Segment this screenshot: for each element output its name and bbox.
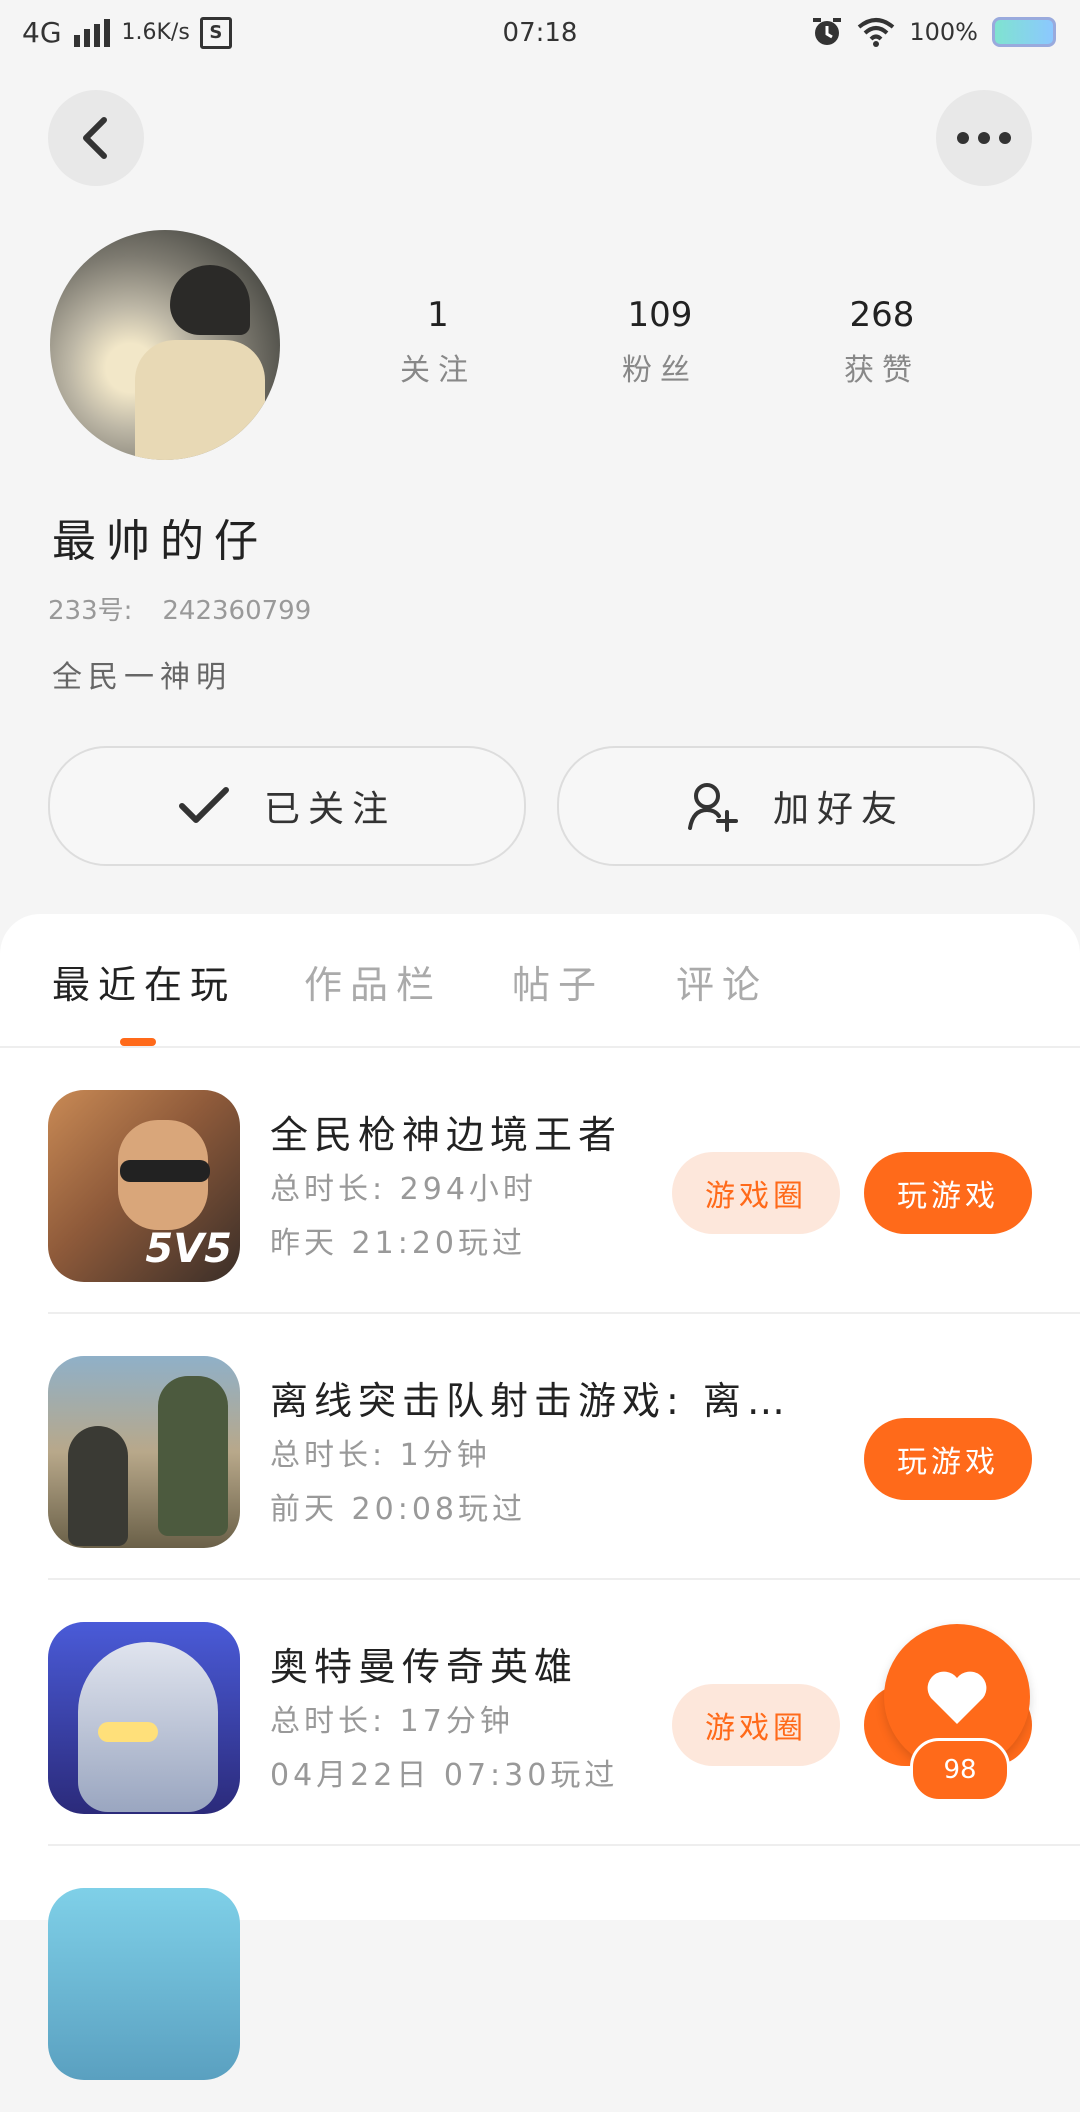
game-title: 全民枪神边境王者 [270, 1113, 623, 1157]
like-count-badge: 98 [910, 1738, 1010, 1802]
stat-fans[interactable]: 109 粉丝 [570, 295, 750, 389]
game-item[interactable]: 离线突击队射击游戏: 离… 总时长: 1分钟 前天 20:08玩过 玩游戏 [0, 1314, 1080, 1580]
avatar-hair [170, 265, 250, 335]
game-last-played: 昨天 21:20玩过 [270, 1226, 526, 1261]
back-button[interactable] [48, 90, 144, 186]
alarm-icon [813, 18, 842, 45]
followed-button[interactable]: 已关注 [48, 746, 526, 866]
more-dots-icon [957, 132, 1011, 144]
avatar-body [135, 340, 265, 460]
stat-following-label: 关注 [400, 353, 476, 388]
wifi-icon [858, 18, 895, 47]
icon-badge: 5V5 [145, 1226, 232, 1272]
avatar[interactable] [50, 230, 280, 460]
tab-comments[interactable]: 评论 [676, 954, 768, 1009]
add-friend-button[interactable]: 加好友 [557, 746, 1035, 866]
game-last-played: 前天 20:08玩过 [270, 1492, 526, 1527]
game-last-played: 04月22日 07:30玩过 [270, 1758, 619, 1793]
game-circle-button[interactable]: 游戏圈 [672, 1152, 840, 1234]
status-bar: 4G 1.6K/s S 07:18 100% [0, 0, 1080, 72]
active-tab-indicator [120, 1038, 156, 1046]
game-title: 奥特曼传奇英雄 [270, 1645, 579, 1689]
game-duration: 总时长: 17分钟 [270, 1704, 514, 1739]
user-bio: 全民一神明 [52, 660, 232, 695]
game-duration: 总时长: 1分钟 [270, 1438, 491, 1473]
tab-recent-played[interactable]: 最近在玩 [52, 954, 236, 1009]
stat-following-value: 1 [427, 295, 449, 335]
play-game-button[interactable]: 玩游戏 [864, 1152, 1032, 1234]
add-friend-label: 加好友 [772, 789, 905, 830]
user-id-label: 233号: [48, 596, 133, 626]
icon-soldier-2 [68, 1426, 128, 1546]
game-item[interactable] [0, 1846, 1080, 2112]
battery-percent: 100% [909, 18, 978, 46]
stat-fans-label: 粉丝 [622, 353, 698, 388]
user-id-value: 242360799 [162, 596, 312, 626]
game-icon[interactable] [48, 1356, 240, 1548]
user-id[interactable]: 233号: 242360799 [48, 590, 311, 627]
icon-eye [98, 1722, 158, 1742]
tab-works[interactable]: 作品栏 [304, 954, 442, 1009]
username: 最帅的仔 [52, 516, 268, 567]
heart-icon [927, 1671, 987, 1724]
stat-likes-label: 获赞 [844, 353, 920, 388]
chevron-left-icon [83, 117, 107, 159]
game-item[interactable]: 5V5 全民枪神边境王者 总时长: 294小时 昨天 21:20玩过 游戏圈 玩… [0, 1048, 1080, 1314]
stat-fans-value: 109 [627, 295, 693, 335]
status-right: 100% [811, 16, 1056, 48]
more-button[interactable] [936, 90, 1032, 186]
game-circle-button[interactable]: 游戏圈 [672, 1684, 840, 1766]
game-title: 离线突击队射击游戏: 离… [270, 1379, 791, 1423]
game-icon[interactable]: 5V5 [48, 1090, 240, 1282]
game-icon[interactable] [48, 1888, 240, 2080]
battery-icon [992, 17, 1056, 47]
tab-bar: 最近在玩 作品栏 帖子 评论 [0, 914, 1080, 1048]
add-user-icon [687, 783, 738, 832]
check-icon [178, 787, 229, 823]
icon-glasses [120, 1160, 210, 1182]
game-duration: 总时长: 294小时 [270, 1172, 537, 1207]
icon-soldier [158, 1376, 228, 1536]
play-game-button[interactable]: 玩游戏 [864, 1418, 1032, 1500]
stat-following[interactable]: 1 关注 [348, 295, 528, 389]
stat-likes[interactable]: 268 获赞 [792, 295, 972, 389]
tab-posts[interactable]: 帖子 [512, 954, 604, 1009]
stat-likes-value: 268 [849, 295, 915, 335]
followed-label: 已关注 [263, 789, 396, 830]
game-icon[interactable] [48, 1622, 240, 1814]
